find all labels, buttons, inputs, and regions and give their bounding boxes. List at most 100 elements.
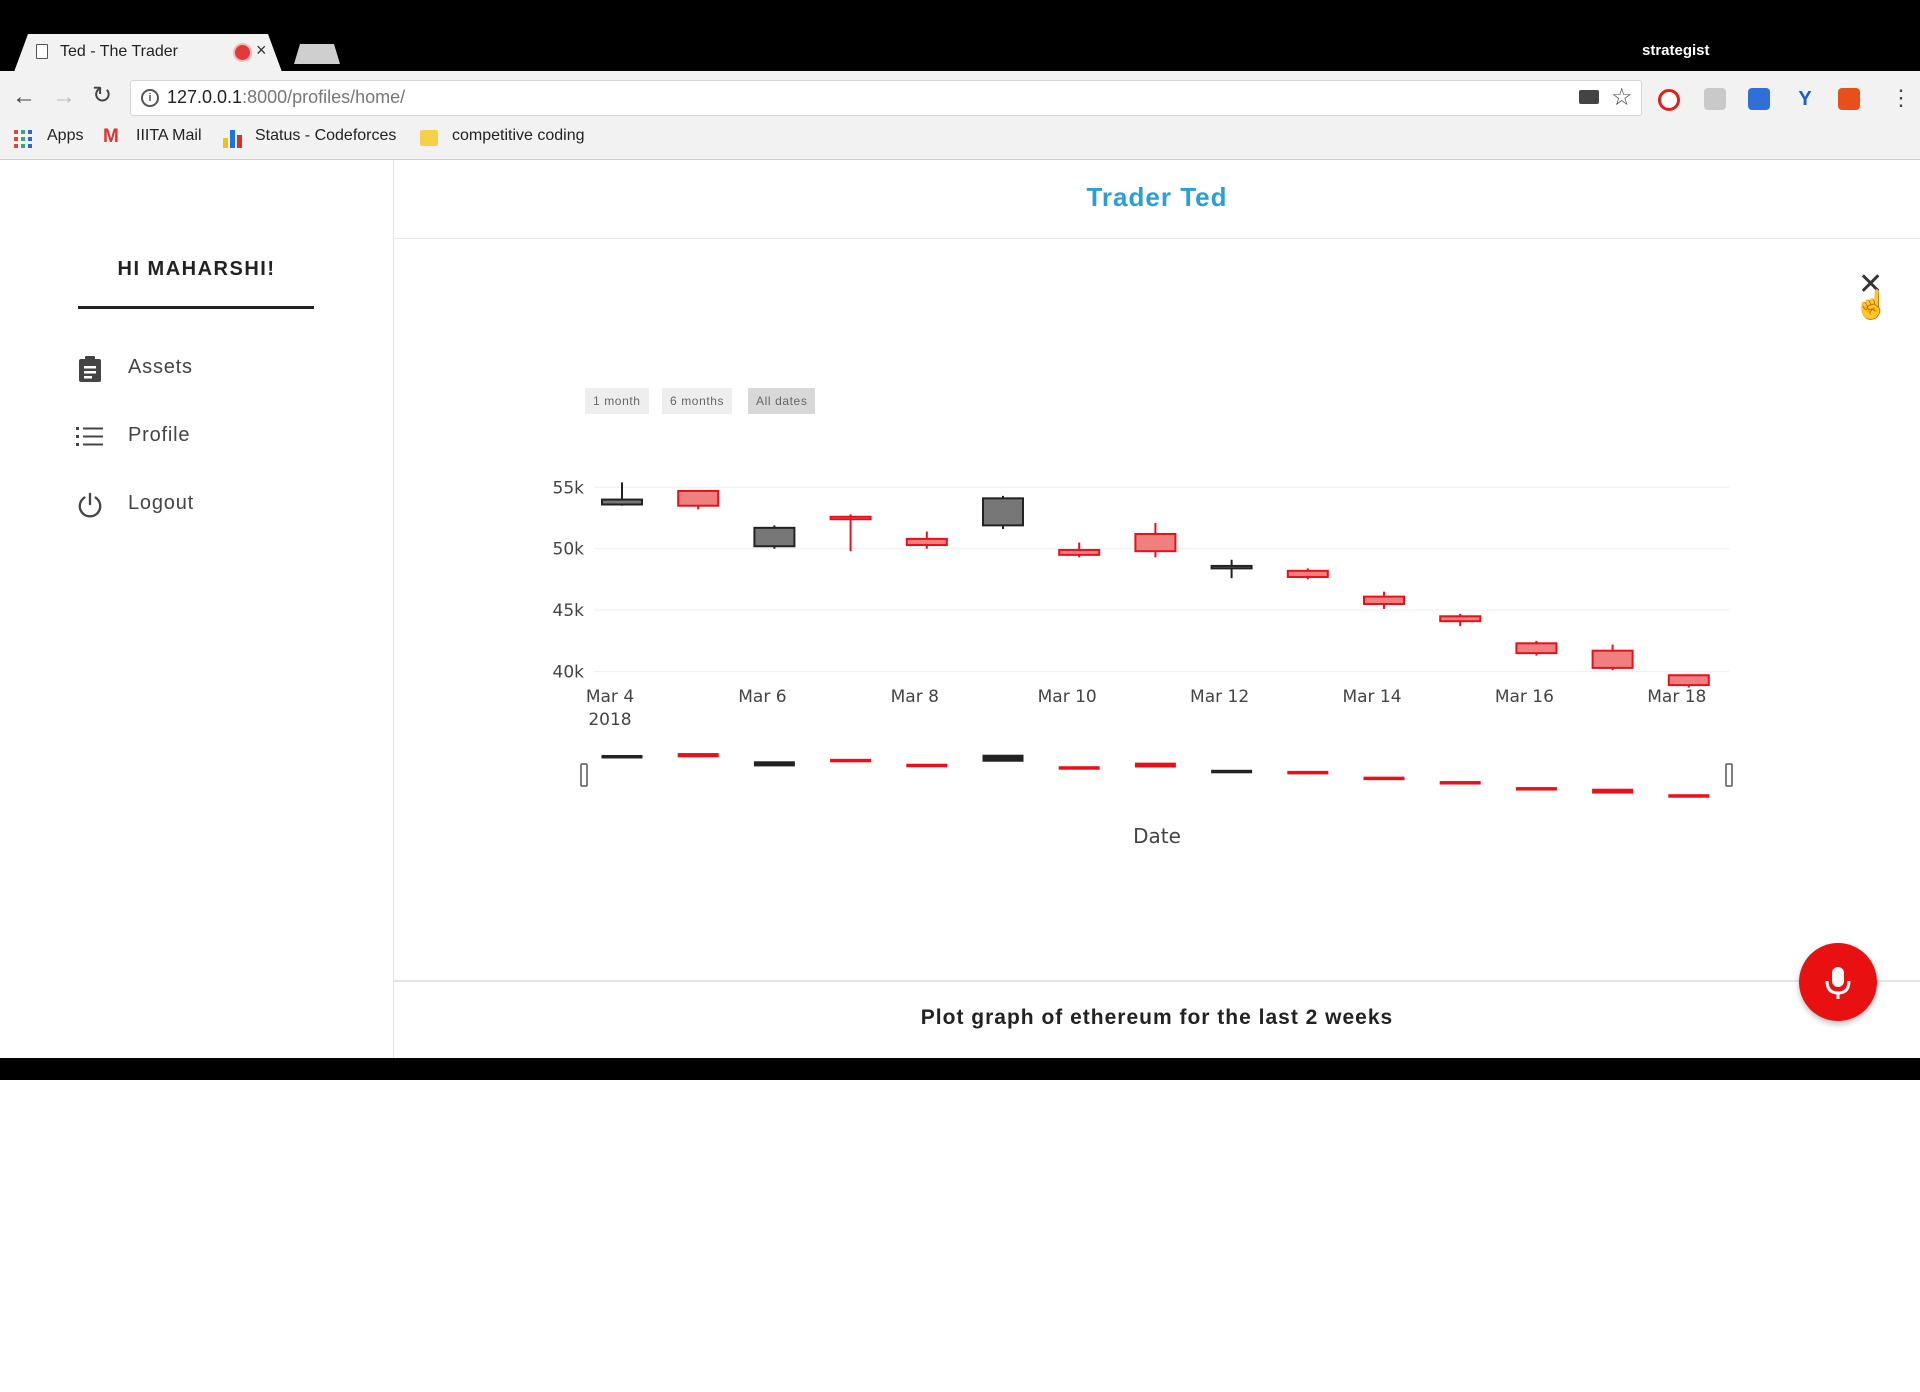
rangeslider-candle xyxy=(830,758,872,763)
browser-titlebar: Ted - The Trader × strategist xyxy=(0,0,1920,72)
record-icon xyxy=(235,45,250,60)
browser-profile-name[interactable]: strategist xyxy=(1642,42,1710,59)
rangeslider-candle xyxy=(1515,787,1557,791)
menu-icon[interactable]: ⋮ xyxy=(1890,85,1912,111)
pdf-icon[interactable] xyxy=(1704,88,1726,110)
candle-body xyxy=(1058,548,1101,556)
rangeslider-candle xyxy=(1363,776,1405,781)
y-tick-label: 55k xyxy=(553,478,585,498)
office-icon[interactable] xyxy=(1838,88,1860,110)
candle-body xyxy=(1286,569,1329,578)
microphone-icon xyxy=(1825,967,1851,999)
rangeslider-candle xyxy=(1668,794,1710,798)
rangeslider-candle xyxy=(677,753,719,758)
range-button-all-dates[interactable]: All dates xyxy=(748,388,816,414)
mic-button[interactable] xyxy=(1799,943,1877,1021)
rangeslider-candle xyxy=(906,763,948,768)
candle-body xyxy=(1210,564,1253,570)
app-header: Trader Ted xyxy=(394,160,1920,239)
x-tick-label: Mar 6 xyxy=(738,687,786,707)
bookmark-apps[interactable]: Apps xyxy=(47,127,83,145)
bookmark-codeforces[interactable]: Status - Codeforces xyxy=(255,127,396,145)
x-tick-label: Mar 14 xyxy=(1342,687,1401,707)
list-icon xyxy=(76,427,103,446)
candle-body xyxy=(1591,649,1634,669)
x-tick-label: Mar 12 xyxy=(1190,687,1249,707)
gmail-icon: M xyxy=(103,126,119,147)
rangeslider-left-handle xyxy=(580,763,588,787)
back-arrow-icon[interactable]: ← xyxy=(12,83,36,111)
greeting: HI MAHARSHI! xyxy=(117,258,276,280)
rangeslider-candle xyxy=(1287,770,1329,775)
v-icon[interactable]: Y xyxy=(1794,88,1816,110)
apps-icon[interactable] xyxy=(14,130,32,148)
power-icon xyxy=(78,492,102,518)
candle-body xyxy=(829,515,872,521)
rangeslider-candle xyxy=(1439,781,1481,785)
candle-body xyxy=(982,497,1024,527)
url-text: 127.0.0.1:8000/profiles/home/ xyxy=(167,87,405,108)
candle-body xyxy=(1515,642,1558,655)
tab-close-icon[interactable]: × xyxy=(256,40,267,61)
hand-cursor-icon: ☝ xyxy=(1854,289,1889,320)
browser-tab[interactable]: Ted - The Trader × xyxy=(14,34,282,72)
page-title: Trader Ted xyxy=(1086,182,1228,212)
candle-body xyxy=(677,489,720,507)
rangeslider-candle xyxy=(982,754,1024,762)
address-bar[interactable]: i 127.0.0.1:8000/profiles/home/ ☆ xyxy=(130,80,1642,116)
candle-body xyxy=(1667,674,1710,687)
x-tick-label: Mar 8 xyxy=(891,687,939,707)
codeforces-icon xyxy=(223,130,243,148)
rangeslider-candle xyxy=(1592,788,1634,794)
bookmark-iiita-mail[interactable]: IIITA Mail xyxy=(136,127,202,145)
sidebar-item-label: Logout xyxy=(128,492,194,514)
sidebar: HI MAHARSHI! Assets Profile Logout xyxy=(0,160,394,1058)
url-host: 127.0.0.1 xyxy=(167,87,243,107)
y-tick-label: 45k xyxy=(553,601,585,621)
rangeslider-candle xyxy=(601,754,643,759)
rangeslider-candle xyxy=(1058,766,1100,770)
candle-body xyxy=(753,526,796,548)
range-button-6-months[interactable]: 6 months xyxy=(662,388,733,414)
x-tick-label: Mar 10 xyxy=(1038,687,1097,707)
candle-body xyxy=(1363,595,1405,605)
x-tick-year-label: 2018 xyxy=(588,710,631,730)
clipboard-icon xyxy=(79,356,101,382)
y-tick-label: 50k xyxy=(553,540,585,560)
candle-body xyxy=(601,498,643,506)
tab-title: Ted - The Trader xyxy=(60,43,178,60)
sidebar-item-label: Profile xyxy=(128,424,191,446)
page-icon xyxy=(36,44,48,59)
rangeslider-candle xyxy=(1211,769,1253,774)
sidebar-item-label: Assets xyxy=(128,356,193,378)
y-tick-label: 40k xyxy=(553,663,585,683)
voice-command-text: Plot graph of ethereum for the last 2 we… xyxy=(920,1006,1394,1029)
sidebar-item-logout[interactable]: Logout xyxy=(76,490,336,520)
sidebar-item-assets[interactable]: Assets xyxy=(76,354,336,384)
bookmark-competitive-coding[interactable]: competitive coding xyxy=(452,127,585,145)
x-tick-label: Mar 18 xyxy=(1647,687,1706,707)
candle-body xyxy=(1134,532,1177,553)
rangeslider-right-handle xyxy=(1725,763,1733,787)
url-path: :8000/profiles/home/ xyxy=(242,87,406,107)
camera-icon[interactable] xyxy=(1579,90,1599,104)
range-button-1-month[interactable]: 1 month xyxy=(585,388,649,414)
rangeslider-candle xyxy=(753,761,795,767)
new-tab-button[interactable] xyxy=(294,44,340,64)
x-tick-label: Mar 16 xyxy=(1495,687,1554,707)
footer-divider xyxy=(394,980,1920,982)
candlestick-chart[interactable]: 40k 45k 50k 55k Mar 4 Mar 6 Mar 8 Mar 10 Mar 12… xyxy=(394,440,1794,860)
candle-body xyxy=(905,537,948,547)
folder-icon xyxy=(420,130,438,146)
reload-icon[interactable]: ↻ xyxy=(92,81,112,110)
sidebar-item-profile[interactable]: Profile xyxy=(76,422,336,452)
extension-icon[interactable] xyxy=(1748,88,1770,110)
opera-icon[interactable] xyxy=(1658,89,1680,111)
greeting-underline xyxy=(78,306,314,309)
x-tick-label: Mar 4 xyxy=(586,687,634,707)
forward-arrow-icon[interactable]: → xyxy=(52,83,76,111)
browser-toolbar: ← → ↻ i 127.0.0.1:8000/profiles/home/ ☆ … xyxy=(0,71,1920,160)
x-axis-label: Date xyxy=(1133,824,1181,848)
info-icon[interactable]: i xyxy=(141,89,159,107)
star-icon[interactable]: ☆ xyxy=(1611,83,1633,112)
